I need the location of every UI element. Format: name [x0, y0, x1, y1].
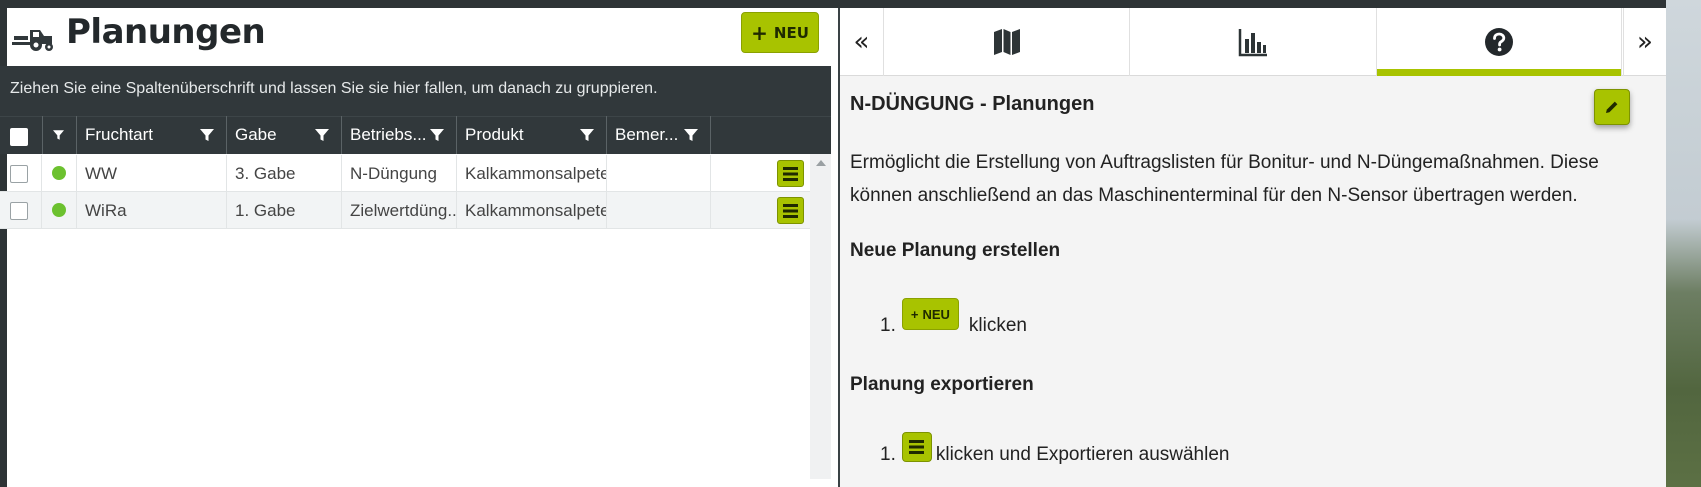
column-header-produkt[interactable]: Produkt [457, 116, 607, 154]
row-checkbox[interactable] [10, 202, 28, 220]
cell-produkt: Kalkammonsalpeter [457, 155, 607, 192]
cell-produkt: Kalkammonsalpeter [457, 192, 607, 229]
new-button-label: NEU [773, 23, 809, 42]
group-hint-text: Ziehen Sie eine Spaltenüberschrift und l… [10, 80, 658, 97]
column-label: Bemer... [615, 125, 679, 144]
column-header-betrieb[interactable]: Betriebs... [342, 116, 457, 154]
help-intro-text: Ermöglicht die Erstellung von Auftragsli… [850, 152, 1599, 206]
column-label: Gabe [235, 125, 277, 144]
column-label: Betriebs... [350, 125, 427, 144]
table-row[interactable]: WiRa 1. Gabe Zielwertdüng... Kalkammonsa… [0, 192, 810, 229]
filter-icon[interactable] [315, 128, 329, 142]
table-row[interactable]: WW 3. Gabe N-Düngung Kalkammonsalpeter [0, 155, 810, 192]
select-all-checkbox[interactable] [10, 128, 28, 146]
filter-icon[interactable] [200, 128, 214, 142]
column-header-fruchtart[interactable]: Fruchtart [77, 116, 227, 154]
inline-new-label: NEU [922, 306, 950, 322]
scroll-up-arrow-icon[interactable] [816, 160, 826, 166]
inline-new-button-image: + NEU [901, 298, 959, 330]
cell-fruchtart: WiRa [77, 192, 227, 229]
cell-gabe: 3. Gabe [227, 155, 342, 192]
tractor-icon [12, 30, 53, 51]
tab-help[interactable] [1377, 8, 1622, 76]
tab-statistics[interactable] [1130, 8, 1377, 76]
plus-icon: + [910, 306, 919, 322]
status-column-header[interactable] [42, 116, 77, 154]
column-label: Produkt [465, 125, 524, 144]
pencil-icon [1606, 101, 1618, 113]
tab-map[interactable] [885, 8, 1130, 76]
step-number: 1. [880, 444, 896, 465]
section-title-new-planning: Neue Planung erstellen [850, 240, 1061, 261]
collapse-right-button[interactable]: » [1623, 8, 1666, 76]
row-menu-button[interactable] [777, 197, 804, 224]
filter-icon[interactable] [684, 128, 698, 142]
page-title: Planungen [66, 12, 266, 52]
edit-help-button[interactable] [1594, 89, 1630, 125]
row-menu-button[interactable] [777, 160, 804, 187]
column-header-gabe[interactable]: Gabe [227, 116, 342, 154]
section-title-export: Planung exportieren [850, 374, 1034, 395]
help-title: N-DÜNGUNG - Planungen [850, 93, 1095, 115]
column-header-bemerkung[interactable]: Bemer... [607, 116, 711, 154]
menu-icon [783, 166, 798, 181]
status-dot [52, 166, 66, 180]
filter-icon[interactable] [430, 128, 444, 142]
top-frame-bar [0, 0, 1701, 8]
row-select-cell [0, 155, 42, 192]
step-text: klicken [968, 315, 1027, 336]
menu-icon [909, 440, 925, 454]
filter-icon[interactable] [580, 128, 594, 142]
cell-betrieb: Zielwertdüng... [342, 192, 457, 229]
step-export: 1. klicken und Exportieren auswählen [880, 432, 1230, 470]
help-icon [1485, 28, 1513, 56]
row-select-cell [0, 192, 42, 229]
step-number: 1. [880, 315, 896, 336]
menu-icon [783, 203, 798, 218]
background-landscape [1666, 0, 1701, 487]
cell-gabe: 1. Gabe [227, 192, 342, 229]
inline-menu-button-image [901, 432, 932, 462]
column-label: Fruchtart [85, 125, 154, 144]
filter-icon[interactable] [53, 128, 64, 142]
cell-bemerkung [607, 155, 711, 192]
status-dot [52, 203, 66, 217]
cell-fruchtart: WW [77, 155, 227, 192]
new-planning-button[interactable]: + NEU [741, 12, 819, 53]
collapse-left-button[interactable]: « [840, 8, 884, 76]
plus-icon: + [751, 20, 768, 45]
cell-betrieb: N-Düngung [342, 155, 457, 192]
step-new-planning: 1. + NEU klicken [880, 298, 1027, 342]
step-text: klicken und Exportieren auswählen [935, 444, 1230, 465]
status-cell [42, 155, 77, 192]
bar-chart-icon [1238, 29, 1267, 57]
grid-scrollbar[interactable] [810, 154, 831, 479]
cell-bemerkung [607, 192, 711, 229]
row-checkbox[interactable] [10, 165, 28, 183]
status-cell [42, 192, 77, 229]
map-icon [994, 29, 1020, 55]
